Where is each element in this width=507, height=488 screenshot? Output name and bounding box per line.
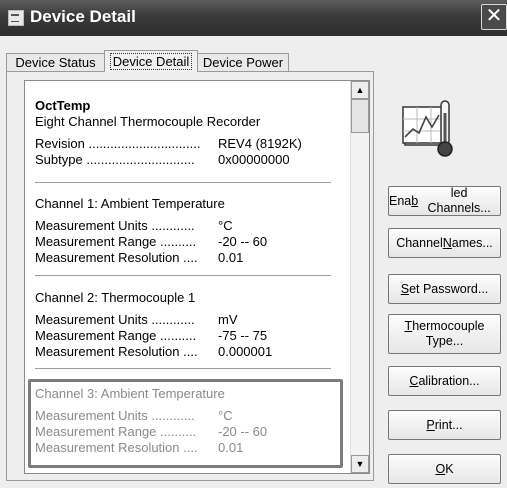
divider — [35, 467, 331, 468]
tab-device-status[interactable]: Device Status — [6, 53, 105, 71]
channel-range-row: Measurement Range .......... -75 -- 75 — [35, 328, 268, 343]
device-detail-list[interactable]: OctTemp Eight Channel Thermocouple Recor… — [24, 80, 370, 474]
scroll-thumb[interactable] — [351, 99, 369, 133]
channel-range-row: Measurement Range .......... -20 -- 60 — [35, 424, 268, 439]
channel-units-row: Measurement Units ............ °C — [35, 218, 233, 233]
thermocouple-type-button[interactable]: Thermocouple Type... — [388, 314, 501, 354]
calibration-button[interactable]: Calibration... — [388, 366, 501, 396]
channel-names-button[interactable]: Channel Names... — [388, 228, 501, 258]
revision-row: Revision ...............................… — [35, 136, 302, 151]
device-detail-content: OctTemp Eight Channel Thermocouple Recor… — [25, 81, 350, 473]
scroll-down-arrow-icon[interactable]: ▼ — [351, 455, 369, 473]
set-password-button[interactable]: Set Password... — [388, 274, 501, 304]
tab-device-detail[interactable]: Device Detail — [104, 50, 198, 72]
tab-device-power[interactable]: Device Power — [197, 53, 289, 71]
vertical-scrollbar[interactable]: ▲ ▼ — [350, 81, 369, 473]
window-title: Device Detail — [30, 7, 136, 26]
device-name: OctTemp — [35, 98, 91, 113]
channel-resolution-row: Measurement Resolution .... 0.01 — [35, 440, 244, 455]
channel-resolution-row: Measurement Resolution .... 0.01 — [35, 250, 244, 265]
scroll-up-arrow-icon[interactable]: ▲ — [351, 81, 369, 99]
device-description: Eight Channel Thermocouple Recorder — [35, 114, 261, 129]
channel-units-row: Measurement Units ............ mV — [35, 312, 238, 327]
print-button[interactable]: Print... — [388, 410, 501, 440]
channel-range-row: Measurement Range .......... -20 -- 60 — [35, 234, 268, 249]
channel-resolution-row: Measurement Resolution .... 0.000001 — [35, 344, 273, 359]
divider — [35, 368, 331, 369]
channel-units-row: Measurement Units ............ °C — [35, 408, 233, 423]
enabled-channels-button[interactable]: Ena b led Channels... — [388, 186, 501, 216]
divider — [35, 275, 331, 276]
subtype-row: Subtype .............................. 0x… — [35, 152, 290, 167]
ok-button[interactable]: OK — [388, 454, 501, 484]
app-icon — [8, 10, 24, 26]
channel-title: Channel 3: Ambient Temperature — [35, 386, 225, 401]
channel-title: Channel 1: Ambient Temperature — [35, 196, 225, 211]
divider — [35, 182, 331, 183]
chart-thermometer-icon — [399, 99, 463, 159]
title-bar: Device Detail ✕ — [0, 0, 507, 36]
close-button[interactable]: ✕ — [481, 4, 507, 30]
channel-title: Channel 2: Thermocouple 1 — [35, 290, 196, 305]
